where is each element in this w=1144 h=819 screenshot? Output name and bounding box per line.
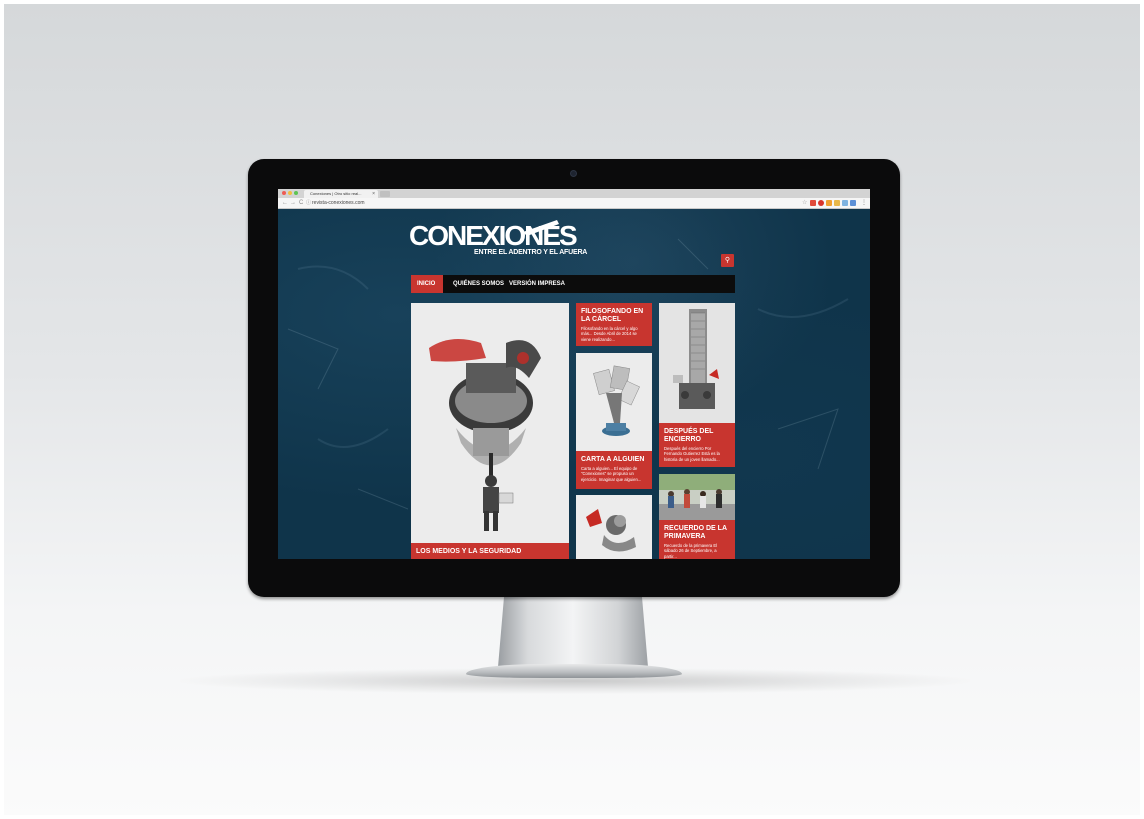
nav-item-quienes-somos[interactable]: QUIÉNES SOMOS [447, 275, 510, 293]
browser-tab[interactable]: Conexiones | Otro sitio real... × [304, 190, 378, 198]
article-image-recuerdo [659, 474, 735, 520]
extension-adblock-icon[interactable] [818, 200, 824, 206]
extension-mail-icon[interactable] [850, 200, 856, 206]
bookmark-star-icon[interactable]: ☆ [802, 200, 807, 207]
monitor: Conexiones | Otro sitio real... × ← → C … [248, 159, 900, 597]
article-excerpt-carta: Carta a alguien... El equipo de "Conexio… [581, 466, 642, 482]
article-image-despues [659, 303, 735, 423]
nav-item-inicio[interactable]: INICIO [411, 275, 443, 293]
webcam-icon [570, 170, 577, 177]
new-tab-button[interactable] [380, 191, 390, 197]
extension-opera-icon[interactable] [810, 200, 816, 206]
article-card-partial[interactable] [576, 495, 652, 559]
close-tab-icon[interactable]: × [372, 190, 375, 198]
featured-article-title[interactable]: LOS MEDIOS Y LA SEGURIDAD [411, 543, 569, 558]
browser-tab-bar: Conexiones | Otro sitio real... × [278, 189, 870, 198]
extension-bookmark-icon[interactable] [842, 200, 848, 206]
article-card-filosofando[interactable]: FILOSOFANDO EN LA CÁRCEL Filosofando en … [576, 303, 652, 346]
article-excerpt-recuerdo: Recuerdo de la primavera El sábado 26 de… [664, 543, 718, 559]
article-caption-carta: CARTA A ALGUIEN Carta a alguien... El eq… [576, 451, 652, 489]
article-title-despues[interactable]: DESPUÉS DEL ENCIERRO [659, 423, 735, 446]
info-icon[interactable]: ⓘ [306, 200, 311, 207]
article-card-carta[interactable]: CARTA A ALGUIEN Carta a alguien... El eq… [576, 353, 652, 489]
article-card-recuerdo[interactable]: RECUERDO DE LA PRIMAVERA Recuerdo de la … [659, 474, 735, 559]
article-caption-despues: DESPUÉS DEL ENCIERRO Después del encierr… [659, 423, 735, 467]
article-card-despues[interactable]: DESPUÉS DEL ENCIERRO Después del encierr… [659, 303, 735, 467]
website: CONEXIONES ENTRE EL ADENTRO Y EL AFUERA … [278, 209, 870, 559]
nav-item-version-impresa[interactable]: VERSIÓN IMPRESA [503, 275, 571, 293]
back-icon[interactable]: ← [282, 200, 288, 207]
maximize-window-icon[interactable] [294, 191, 298, 195]
article-image-partial [576, 495, 652, 559]
article-image-carta [576, 353, 652, 451]
logo-brush-stroke [523, 220, 559, 236]
logo-tagline: ENTRE EL ADENTRO Y EL AFUERA [474, 249, 588, 256]
site-logo[interactable]: CONEXIONES ENTRE EL ADENTRO Y EL AFUERA [409, 220, 587, 262]
screen: Conexiones | Otro sitio real... × ← → C … [278, 189, 870, 559]
forward-icon[interactable]: → [290, 200, 296, 207]
article-title-filosofando[interactable]: FILOSOFANDO EN LA CÁRCEL [576, 303, 652, 326]
main-navigation: INICIO QUIÉNES SOMOS VERSIÓN IMPRESA [411, 275, 735, 293]
article-title-recuerdo[interactable]: RECUERDO DE LA PRIMAVERA [659, 520, 735, 543]
search-button[interactable]: ⚲ [721, 254, 734, 267]
minimize-window-icon[interactable] [288, 191, 292, 195]
featured-article-caption: LOS MEDIOS Y LA SEGURIDAD [411, 543, 569, 559]
url-field[interactable]: revista-conexiones.com [312, 200, 365, 207]
monitor-stand-base [466, 664, 682, 678]
article-title-carta[interactable]: CARTA A ALGUIEN [576, 451, 652, 466]
tab-title: Conexiones | Otro sitio real... [310, 191, 362, 196]
monitor-stand-neck [498, 597, 648, 667]
article-excerpt-filosofando: Filosofando en la cárcel y algo más... D… [581, 326, 638, 342]
close-window-icon[interactable] [282, 191, 286, 195]
featured-article-card[interactable]: LOS MEDIOS Y LA SEGURIDAD [411, 303, 569, 559]
article-caption-recuerdo: RECUERDO DE LA PRIMAVERA Recuerdo de la … [659, 520, 735, 559]
browser-menu-icon[interactable]: ⋮ [861, 199, 867, 206]
extension-lastpass-icon[interactable] [826, 200, 832, 206]
address-bar: ← → C ⓘ revista-conexiones.com ☆ ⋮ [278, 198, 870, 209]
background-texture [287, 238, 849, 540]
extension-folder-icon[interactable] [834, 200, 840, 206]
reload-icon[interactable]: C [299, 200, 303, 207]
article-excerpt-despues: Después del encierro Por Fernando Gutier… [664, 446, 720, 462]
search-icon: ⚲ [724, 257, 731, 264]
featured-article-image [411, 303, 569, 543]
